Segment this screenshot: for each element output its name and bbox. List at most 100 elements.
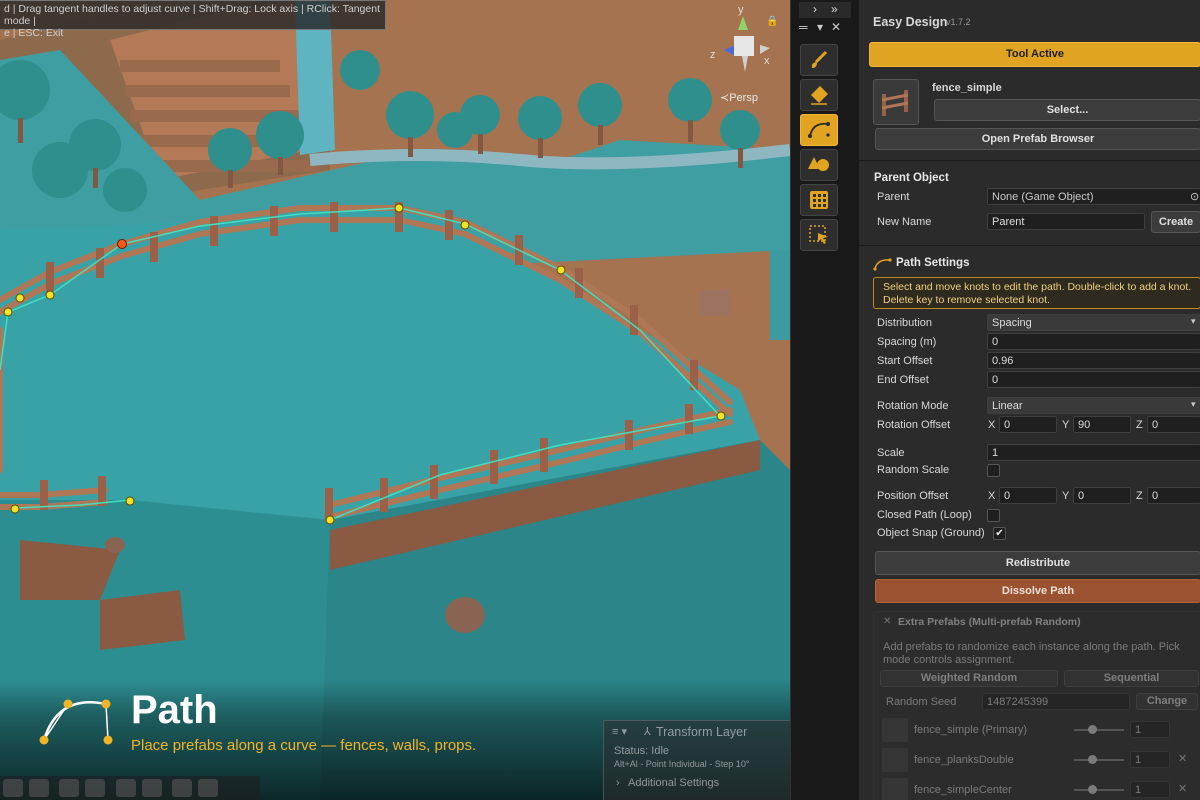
shapes-tool-button[interactable]: [800, 149, 838, 181]
scene-view[interactable]: y z x d | Drag tangent handles to adjust…: [0, 0, 790, 800]
create-parent-button[interactable]: Create: [1151, 211, 1200, 233]
weight-slider-handle[interactable]: [1088, 785, 1097, 794]
rotation-y-axis-label: Y: [1062, 419, 1070, 431]
chevron-right-icon[interactable]: ›: [616, 777, 620, 789]
extra-prefabs-header: Extra Prefabs (Multi-prefab Random): [898, 616, 1081, 628]
position-x-input[interactable]: 0: [999, 487, 1057, 504]
object-snap-checkbox[interactable]: ✔: [993, 527, 1006, 540]
scale-input[interactable]: 1: [987, 444, 1200, 461]
remove-icon[interactable]: ✕: [1178, 752, 1187, 765]
expand-all-icon[interactable]: »: [831, 2, 838, 16]
brush-icon: [811, 50, 828, 68]
select-prefab-button[interactable]: Select...: [934, 99, 1200, 121]
drag-handle-icon[interactable]: ═: [799, 20, 808, 34]
weighted-random-button[interactable]: Weighted Random: [880, 670, 1058, 687]
chevron-down-icon: ▾: [1191, 316, 1196, 326]
end-offset-label: End Offset: [877, 374, 929, 386]
dissolve-path-button[interactable]: Dissolve Path: [875, 579, 1200, 603]
tool-strip: › » ═ ▾ ✕: [790, 0, 859, 800]
weight-input[interactable]: 1: [1130, 781, 1170, 798]
eraser-tool-button[interactable]: [800, 79, 838, 111]
weight-slider-handle[interactable]: [1088, 755, 1097, 764]
distribution-dropdown[interactable]: Spacing: [987, 314, 1200, 331]
new-name-input[interactable]: Parent: [987, 213, 1145, 230]
expand-icon[interactable]: ›: [813, 2, 817, 16]
brush-tool-button[interactable]: [800, 44, 838, 76]
object-snap-label: Object Snap (Ground): [877, 527, 985, 539]
object-picker-icon[interactable]: ⊙: [1190, 190, 1199, 203]
close-icon[interactable]: ✕: [883, 616, 891, 627]
toolbar-button[interactable]: [59, 779, 80, 797]
path-help-line-2: Delete key to remove selected knot.: [883, 294, 1050, 306]
prefab-item-name: fence_simple (Primary): [914, 724, 1028, 736]
selection-icon: [809, 225, 828, 244]
position-z-input[interactable]: 0: [1147, 487, 1200, 504]
weight-slider[interactable]: [1074, 789, 1124, 791]
tool-strip-nav: › »: [799, 2, 851, 18]
additional-settings-toggle[interactable]: Additional Settings: [628, 777, 719, 789]
rotation-z-input[interactable]: 0: [1147, 416, 1200, 433]
fence-preview-icon: [881, 90, 909, 116]
caption-title: Path: [131, 688, 218, 732]
weight-input[interactable]: 1: [1130, 721, 1170, 738]
distribution-value: Spacing: [992, 317, 1032, 329]
random-seed-label: Random Seed: [886, 696, 957, 708]
parent-field[interactable]: None (Game Object): [987, 188, 1200, 205]
random-scale-checkbox[interactable]: [987, 464, 1000, 477]
toolbar-button[interactable]: [3, 779, 23, 797]
weight-slider-handle[interactable]: [1088, 725, 1097, 734]
open-prefab-browser-button[interactable]: Open Prefab Browser: [875, 128, 1200, 150]
eraser-icon: [811, 86, 828, 105]
redistribute-button[interactable]: Redistribute: [875, 551, 1200, 575]
dropdown-icon[interactable]: ▾: [817, 20, 823, 34]
toolbar-button[interactable]: [141, 779, 162, 797]
path-help-box: Select and move knots to edit the path. …: [873, 277, 1200, 309]
divider: [859, 160, 1200, 161]
start-offset-label: Start Offset: [877, 355, 933, 367]
extra-prefabs-desc-2: mode controls assignment.: [883, 654, 1015, 666]
gizmo-y-label: y: [738, 4, 744, 16]
position-y-input[interactable]: 0: [1073, 487, 1131, 504]
transform-layer-info: Alt+Al - Point Individual - Step 10°: [614, 759, 750, 769]
start-offset-input[interactable]: 0.96: [987, 352, 1200, 369]
end-offset-input[interactable]: 0: [987, 371, 1200, 388]
tools-icon[interactable]: ✕: [831, 20, 841, 34]
closed-path-checkbox[interactable]: [987, 509, 1000, 522]
random-seed-input[interactable]: 1487245399: [982, 693, 1130, 710]
transform-layer-panel[interactable]: ≡ ▾ ⅄ Transform Layer Status: Idle Alt+A…: [603, 720, 790, 800]
rotation-z-axis-label: Z: [1136, 419, 1143, 431]
weight-slider[interactable]: [1074, 729, 1124, 731]
position-z-axis-label: Z: [1136, 490, 1143, 502]
spacing-label: Spacing (m): [877, 336, 937, 348]
weight-slider[interactable]: [1074, 759, 1124, 761]
rotation-mode-dropdown[interactable]: Linear: [987, 397, 1200, 414]
lock-icon[interactable]: 🔒: [766, 16, 778, 27]
path-tool-button[interactable]: [800, 114, 838, 146]
tool-active-button[interactable]: Tool Active: [869, 42, 1200, 67]
sequential-button[interactable]: Sequential: [1064, 670, 1199, 687]
toolbar-button[interactable]: [29, 779, 49, 797]
toolbar-button[interactable]: [115, 779, 136, 797]
weight-input[interactable]: 1: [1130, 751, 1170, 768]
prefab-name: fence_simple: [932, 82, 1002, 94]
change-seed-button[interactable]: Change: [1136, 693, 1198, 710]
position-offset-label: Position Offset: [877, 490, 949, 502]
path-settings-icon: [873, 258, 892, 271]
menu-icon[interactable]: ≡ ▾: [612, 725, 627, 738]
toolbar-button[interactable]: [85, 779, 106, 797]
toolbar-button[interactable]: [172, 779, 193, 797]
persp-toggle[interactable]: ≺Persp: [720, 91, 758, 104]
scene-hint-bar: d | Drag tangent handles to adjust curve…: [0, 0, 386, 39]
toolbar-button[interactable]: [198, 779, 219, 797]
inspector-title: Easy Design: [873, 15, 948, 29]
new-name-label: New Name: [877, 216, 932, 228]
rotation-y-input[interactable]: 90: [1073, 416, 1131, 433]
rotation-x-input[interactable]: 0: [999, 416, 1057, 433]
position-y-axis-label: Y: [1062, 490, 1070, 502]
prefab-item-name: fence_simpleCenter: [914, 784, 1012, 796]
grid-tool-button[interactable]: [800, 184, 838, 216]
spacing-input[interactable]: 0: [987, 333, 1200, 350]
selection-tool-button[interactable]: [800, 219, 838, 251]
remove-icon[interactable]: ✕: [1178, 782, 1187, 795]
prefab-item-thumbnail: [882, 778, 908, 800]
